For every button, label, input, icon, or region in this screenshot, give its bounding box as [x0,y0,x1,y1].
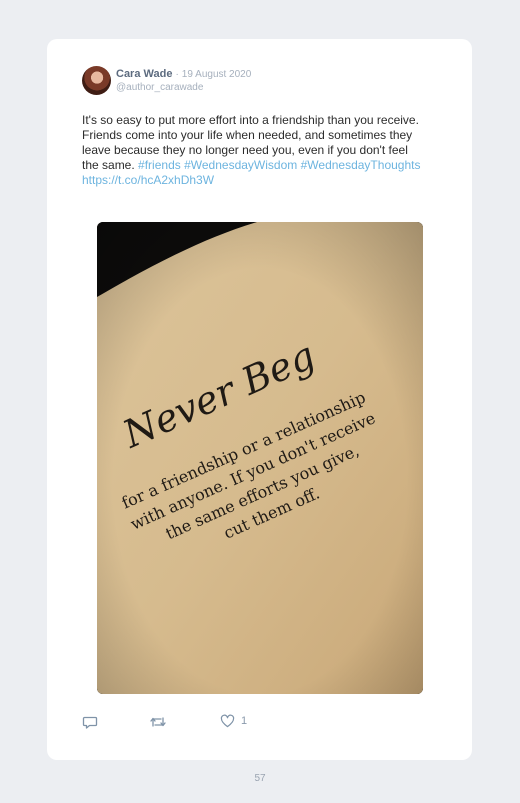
reply-icon [82,716,98,729]
tweet-text: It's so easy to put more effort into a f… [82,113,427,188]
like-button[interactable]: 1 [220,714,247,728]
hashtag-wednesdaywisdom[interactable]: #WednesdayWisdom [184,158,297,172]
hashtag-friends[interactable]: #friends [138,158,181,172]
tweet-header: Cara Wade · 19 August 2020 @author_caraw… [82,66,251,95]
author-name[interactable]: Cara Wade [116,68,172,81]
book-page-photo: Never Beg for a friendship or a relation… [97,222,423,694]
heart-icon [220,714,235,728]
reply-button[interactable] [82,714,98,730]
author-row: Cara Wade · 19 August 2020 [116,68,251,81]
page-number: 57 [254,773,266,784]
retweet-button[interactable] [149,714,167,730]
like-count: 1 [241,715,248,727]
avatar[interactable] [82,66,111,95]
retweet-icon [150,717,166,727]
tweet-link[interactable]: https://t.co/hcA2xhDh3W [82,173,214,187]
author-block: Cara Wade · 19 August 2020 @author_caraw… [116,68,251,94]
tweet-image[interactable]: Never Beg for a friendship or a relation… [97,222,423,694]
tweet-card: Cara Wade · 19 August 2020 @author_caraw… [47,39,472,760]
separator: · [175,68,179,80]
hashtag-wednesdaythoughts[interactable]: #WednesdayThoughts [301,158,421,172]
author-handle[interactable]: @author_carawade [116,81,251,94]
post-date: 19 August 2020 [181,68,252,80]
tweet-actions: 1 [82,714,282,734]
